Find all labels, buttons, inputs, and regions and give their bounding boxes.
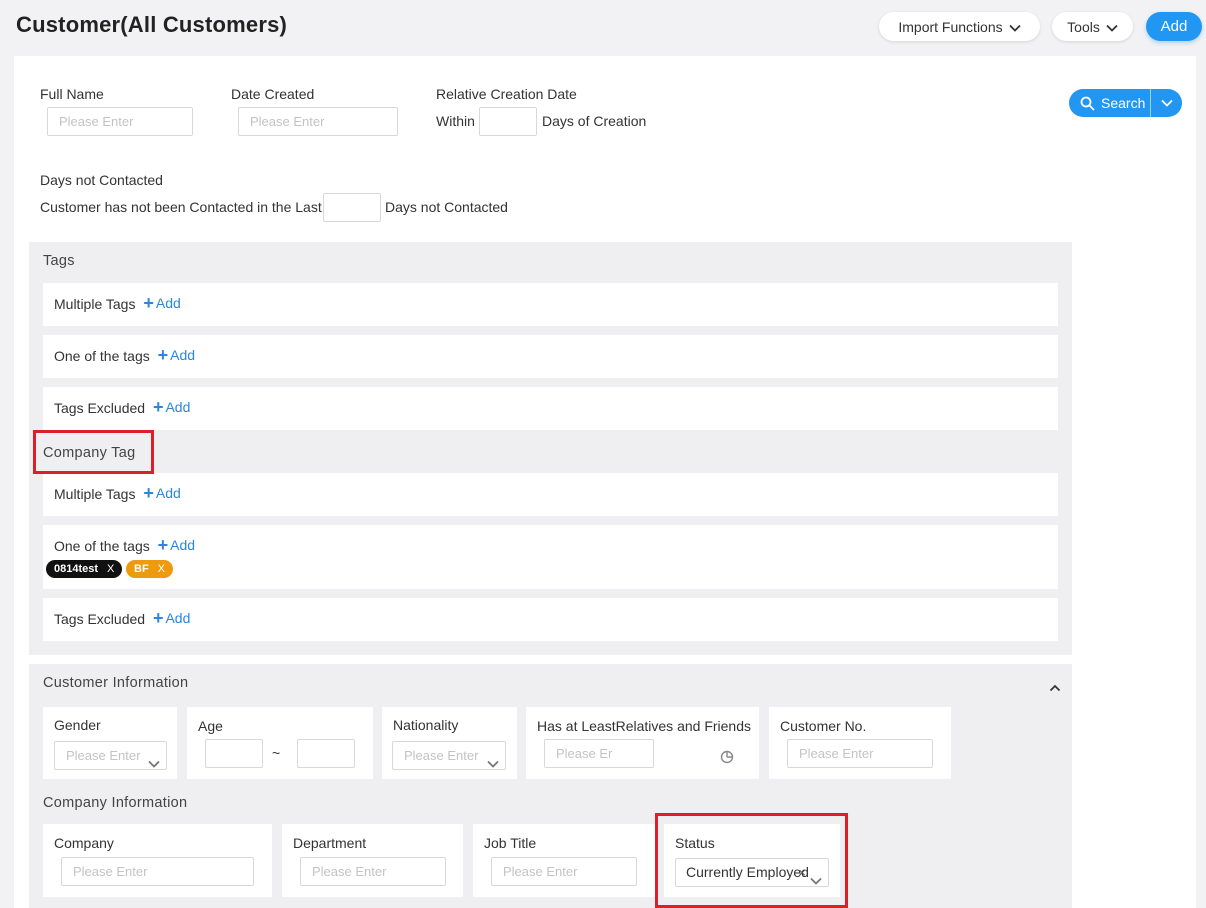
days-not-contacted-label: Days not Contacted (40, 172, 163, 188)
gender-select[interactable]: Please Enter (54, 741, 167, 770)
date-created-label: Date Created (231, 86, 315, 102)
chevron-down-icon (487, 750, 499, 769)
company-tags-multiple-row: Multiple Tags + Add (43, 473, 1058, 516)
nationality-card: Nationality Please Enter (382, 707, 517, 779)
customer-no-input[interactable]: Please Enter (787, 739, 933, 768)
within-label: Within (436, 113, 475, 129)
company-card: Company Please Enter (43, 824, 272, 897)
company-tags-multiple-label: Multiple Tags (54, 486, 136, 502)
company-tag-highlight (33, 430, 154, 474)
status-highlight (655, 813, 848, 908)
tag-chip-label: BF (134, 563, 149, 575)
not-contacted-days-input[interactable] (323, 193, 381, 222)
tag-chip: 0814test X (46, 560, 123, 578)
age-separator: ~ (272, 745, 281, 761)
tags-one-of-row: One of the tags + Add (43, 335, 1058, 378)
tag-chip: BF X (126, 560, 174, 578)
tags-multiple-label: Multiple Tags (54, 296, 136, 312)
relative-creation-label: Relative Creation Date (436, 86, 577, 102)
job-title-label: Job Title (484, 835, 537, 851)
age-label: Age (198, 718, 223, 734)
chevron-up-icon[interactable] (1049, 679, 1061, 695)
search-label: Search (1101, 95, 1146, 111)
relatives-card: Has at LeastRelatives and Friends Please… (526, 707, 759, 779)
search-button[interactable]: Search (1069, 89, 1182, 117)
within-days-input[interactable] (479, 107, 537, 136)
customer-info-title: Customer Information (43, 675, 189, 691)
import-functions-button[interactable]: Import Functions (879, 12, 1040, 41)
company-label: Company (54, 835, 114, 851)
search-icon (1080, 96, 1095, 110)
customer-no-card: Customer No. Please Enter (769, 707, 951, 779)
customer-info-section: Customer Information Gender Please Enter… (29, 664, 1072, 908)
tags-multiple-add-link[interactable]: + Add (143, 293, 180, 313)
tags-one-of-add-link[interactable]: + Add (157, 345, 195, 365)
company-input[interactable]: Please Enter (61, 857, 254, 886)
chevron-down-icon (1008, 19, 1021, 35)
department-card: Department Please Enter (282, 824, 463, 897)
company-tags-excluded-row: Tags Excluded + Add (43, 598, 1058, 641)
pie-chart-icon[interactable] (720, 750, 734, 767)
nationality-select[interactable]: Please Enter (392, 741, 506, 770)
company-info-title: Company Information (43, 795, 188, 811)
job-title-card: Job Title Please Enter (473, 824, 655, 897)
gender-card: Gender Please Enter (43, 707, 177, 779)
tags-multiple-row: Multiple Tags + Add (43, 283, 1058, 326)
plus-icon: + (143, 293, 154, 313)
plus-icon: + (157, 535, 169, 555)
tags-section-title: Tags (43, 253, 75, 269)
remove-tag-button[interactable]: X (107, 563, 114, 575)
age-max-input[interactable] (297, 739, 355, 768)
not-contacted-prefix: Customer has not been Contacted in the L… (40, 199, 322, 215)
plus-icon: + (143, 483, 154, 503)
department-label: Department (293, 835, 367, 851)
relatives-input[interactable]: Please Er (544, 739, 654, 768)
tags-excluded-label: Tags Excluded (54, 400, 146, 416)
job-title-input[interactable]: Please Enter (491, 857, 637, 886)
days-of-creation-label: Days of Creation (542, 113, 647, 129)
tags-section: Tags Multiple Tags + Add One of the tags … (29, 242, 1072, 655)
company-tags-one-of-row: One of the tags + Add 0814test X BF X (43, 525, 1058, 589)
company-tags-multiple-add-link[interactable]: + Add (143, 483, 180, 503)
company-tags-excluded-label: Tags Excluded (54, 611, 146, 627)
tools-label: Tools (1067, 18, 1100, 35)
search-main-button[interactable]: Search (1069, 89, 1151, 117)
tools-button[interactable]: Tools (1052, 12, 1133, 41)
age-min-input[interactable] (205, 739, 263, 768)
company-tags-one-of-label: One of the tags (54, 538, 150, 554)
company-tags-one-of-add-link[interactable]: + Add (157, 535, 195, 555)
relatives-label: Has at LeastRelatives and Friends (537, 718, 751, 734)
page-title: Customer(All Customers) (16, 12, 288, 37)
chevron-down-icon (1106, 19, 1118, 35)
company-tags-excluded-add-link[interactable]: + Add (152, 608, 190, 628)
full-name-input[interactable]: Please Enter (47, 107, 193, 136)
tags-one-of-label: One of the tags (54, 348, 150, 364)
import-functions-label: Import Functions (898, 18, 1003, 35)
tags-excluded-row: Tags Excluded + Add (43, 387, 1058, 430)
full-name-label: Full Name (40, 86, 104, 102)
tag-chip-label: 0814test (54, 563, 99, 575)
chevron-down-icon (1160, 99, 1173, 107)
chevron-down-icon (148, 750, 160, 769)
add-customer-button[interactable]: Add (1146, 12, 1202, 41)
not-contacted-suffix: Days not Contacted (385, 199, 508, 215)
remove-tag-button[interactable]: X (158, 563, 165, 575)
age-card: Age ~ (187, 707, 373, 779)
plus-icon: + (152, 397, 164, 417)
gender-label: Gender (54, 717, 101, 733)
plus-icon: + (157, 345, 169, 365)
customer-no-label: Customer No. (780, 718, 867, 734)
nationality-label: Nationality (393, 717, 459, 733)
tags-excluded-add-link[interactable]: + Add (152, 397, 190, 417)
department-input[interactable]: Please Enter (300, 857, 446, 886)
date-created-input[interactable]: Please Enter (238, 107, 398, 136)
search-options-dropdown[interactable] (1151, 99, 1182, 107)
plus-icon: + (152, 608, 164, 628)
